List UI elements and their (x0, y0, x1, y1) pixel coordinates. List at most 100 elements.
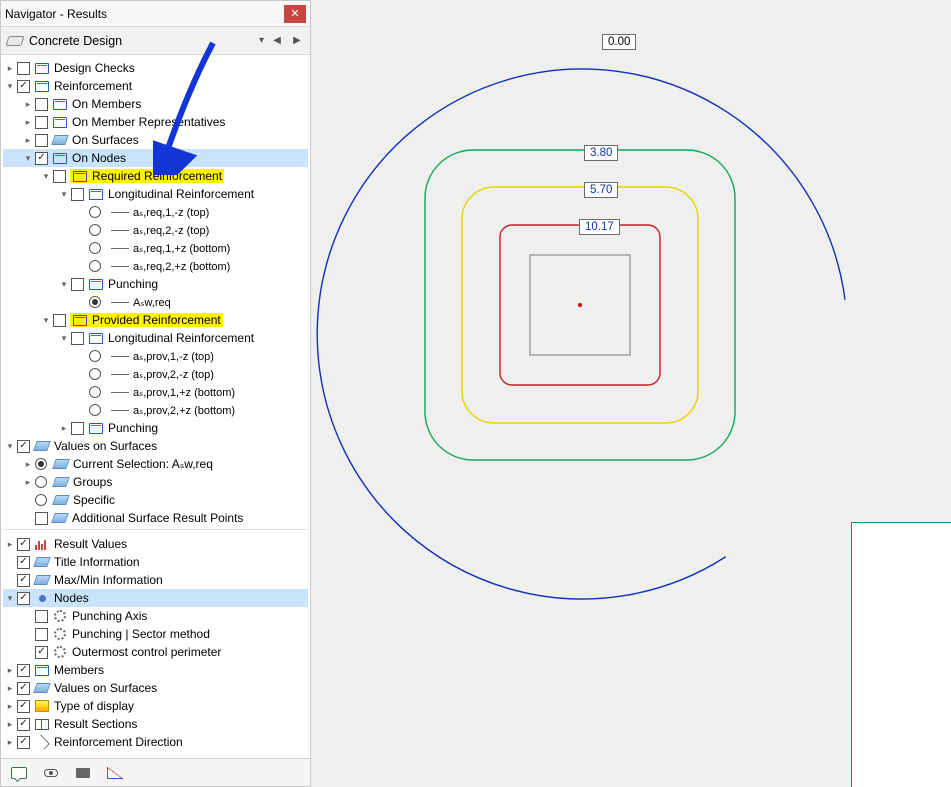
tree-label: Max/Min Information (54, 573, 163, 587)
tree-a-prov-1-pz-bot[interactable]: aₛ,prov,1,+z (bottom) (3, 383, 308, 401)
tree-values-on-surfaces-2[interactable]: ▸ ✓ Values on Surfaces (3, 679, 308, 697)
value-label-5p70: 5.70 (584, 182, 618, 198)
tree-a-prov-2-mz-top[interactable]: aₛ,prov,2,-z (top) (3, 365, 308, 383)
tree-current-selection[interactable]: ▸ Current Selection: Aₛw,req (3, 455, 308, 473)
tree-label: Longitudinal Reinforcement (108, 331, 254, 345)
tree-label: Punching | Sector method (72, 627, 210, 641)
tree-label: Outermost control perimeter (72, 645, 221, 659)
tree-required-reinforcement[interactable]: ▾ Required Reinforcement (3, 167, 308, 185)
tree-a-req-2-pz-bot[interactable]: aₛ,req,2,+z (bottom) (3, 257, 308, 275)
tree-a-prov-1-mz-top[interactable]: aₛ,prov,1,-z (top) (3, 347, 308, 365)
chart-button[interactable] (105, 763, 125, 783)
tree-reinf-direction[interactable]: ▸ ✓ Reinforcement Direction (3, 733, 308, 751)
category-bar[interactable]: Concrete Design ▾ ◀ ▶ (1, 27, 310, 55)
tree-label: Reinforcement Direction (54, 735, 183, 749)
tree-values-on-surfaces[interactable]: ▾ ✓ Values on Surfaces (3, 437, 308, 455)
tree-longitudinal-reinf[interactable]: ▾ Longitudinal Reinforcement (3, 185, 308, 203)
navigator-tree[interactable]: ▸ Design Checks ▾ ✓ Reinforcement ▸ On M… (1, 55, 310, 758)
panel-titlebar: Navigator - Results ✕ (1, 1, 310, 27)
tree-label: On Surfaces (72, 133, 139, 147)
tree-label: On Members (72, 97, 141, 111)
panel-title: Navigator - Results (5, 7, 284, 21)
partial-surface (851, 522, 951, 787)
tree-sector-method[interactable]: Punching | Sector method (3, 625, 308, 643)
tree-reinforcement[interactable]: ▾ ✓ Reinforcement (3, 77, 308, 95)
tree-label: aₛ,prov,2,+z (bottom) (133, 404, 235, 417)
tree-a-req-2-mz-top[interactable]: aₛ,req,2,-z (top) (3, 221, 308, 239)
tree-a-req-1-mz-top[interactable]: aₛ,req,1,-z (top) (3, 203, 308, 221)
tree-label: Result Sections (54, 717, 137, 731)
tree-label: aₛ,prov,2,-z (top) (133, 368, 214, 381)
tree-members[interactable]: ▸ ✓ Members (3, 661, 308, 679)
tree-label: On Nodes (72, 151, 126, 165)
chevron-down-icon[interactable]: ▾ (259, 35, 264, 46)
feedback-button[interactable] (9, 763, 29, 783)
category-label: Concrete Design (29, 34, 253, 48)
tree-label: Punching (108, 421, 158, 435)
tree-label: Values on Surfaces (54, 439, 157, 453)
video-button[interactable] (73, 763, 93, 783)
tree-result-sections[interactable]: ▸ ✓ Result Sections (3, 715, 308, 733)
tree-on-member-reps[interactable]: ▸ On Member Representatives (3, 113, 308, 131)
tree-label: Provided Reinforcement (92, 313, 221, 327)
tree-label: Values on Surfaces (54, 681, 157, 695)
tree-longitudinal-reinf-prov[interactable]: ▾ Longitudinal Reinforcement (3, 329, 308, 347)
tree-nodes[interactable]: ▾ ✓ Nodes (3, 589, 308, 607)
tree-title-info[interactable]: ✓ Title Information (3, 553, 308, 571)
tree-asw-req[interactable]: Aₛw,req (3, 293, 308, 311)
tree-label: Nodes (54, 591, 89, 605)
center-dot (578, 303, 582, 307)
tree-label: Result Values (54, 537, 127, 551)
tree-provided-reinforcement[interactable]: ▾ Provided Reinforcement (3, 311, 308, 329)
tree-label: Reinforcement (54, 79, 132, 93)
tree-punching-prov[interactable]: ▸ Punching (3, 419, 308, 437)
tree-specific[interactable]: Specific (3, 491, 308, 509)
tree-label: Additional Surface Result Points (72, 511, 243, 525)
tree-type-display[interactable]: ▸ ✓ Type of display (3, 697, 308, 715)
tree-a-req-1-pz-bot[interactable]: aₛ,req,1,+z (bottom) (3, 239, 308, 257)
value-label-0: 0.00 (602, 34, 636, 50)
tree-label: Design Checks (54, 61, 135, 75)
tree-on-members[interactable]: ▸ On Members (3, 95, 308, 113)
tree-punching-axis[interactable]: Punching Axis (3, 607, 308, 625)
tree-outermost-perimeter[interactable]: ✓ Outermost control perimeter (3, 643, 308, 661)
tree-label: Punching (108, 277, 158, 291)
tree-label: Longitudinal Reinforcement (108, 187, 254, 201)
nav-prev-button[interactable]: ◀ (270, 34, 284, 48)
navigator-panel: Navigator - Results ✕ Concrete Design ▾ … (0, 0, 311, 787)
diagram-viewport[interactable]: 0.00 3.80 5.70 10.17 (311, 0, 951, 787)
gear-icon (54, 628, 66, 640)
tree-label: aₛ,req,1,+z (bottom) (133, 242, 230, 255)
concrete-icon (5, 36, 24, 46)
tree-label: Title Information (54, 555, 140, 569)
tree-label: Type of display (54, 699, 134, 713)
tree-label: Required Reinforcement (92, 169, 222, 183)
tree-on-surfaces[interactable]: ▸ On Surfaces (3, 131, 308, 149)
tree-groups[interactable]: ▸ Groups (3, 473, 308, 491)
tree-punching-req[interactable]: ▾ Punching (3, 275, 308, 293)
eye-icon (44, 769, 58, 777)
tree-label: aₛ,req,2,-z (top) (133, 224, 209, 237)
value-label-3p80: 3.80 (584, 145, 618, 161)
tree-a-prov-2-pz-bot[interactable]: aₛ,prov,2,+z (bottom) (3, 401, 308, 419)
view-button[interactable] (41, 763, 61, 783)
tree-on-nodes[interactable]: ▾ ✓ On Nodes (3, 149, 308, 167)
tree-label: Aₛw,req (133, 296, 171, 309)
value-label-10p17: 10.17 (579, 219, 620, 235)
close-button[interactable]: ✕ (284, 5, 306, 23)
tree-label: aₛ,prov,1,-z (top) (133, 350, 214, 363)
panel-bottom-toolbar (1, 758, 310, 786)
tree-label: Groups (73, 475, 112, 489)
tree-design-checks[interactable]: ▸ Design Checks (3, 59, 308, 77)
tree-label: Current Selection: Aₛw,req (73, 457, 213, 471)
gear-icon (54, 610, 66, 622)
tree-maxmin[interactable]: ✓ Max/Min Information (3, 571, 308, 589)
tree-label: Punching Axis (72, 609, 147, 623)
tree-label: aₛ,req,2,+z (bottom) (133, 260, 230, 273)
nav-next-button[interactable]: ▶ (290, 34, 304, 48)
tree-label: aₛ,req,1,-z (top) (133, 206, 209, 219)
tree-label: Specific (73, 493, 115, 507)
tree-result-values[interactable]: ▸ ✓ Result Values (3, 535, 308, 553)
tree-additional-points[interactable]: Additional Surface Result Points (3, 509, 308, 527)
tree-label: aₛ,prov,1,+z (bottom) (133, 386, 235, 399)
